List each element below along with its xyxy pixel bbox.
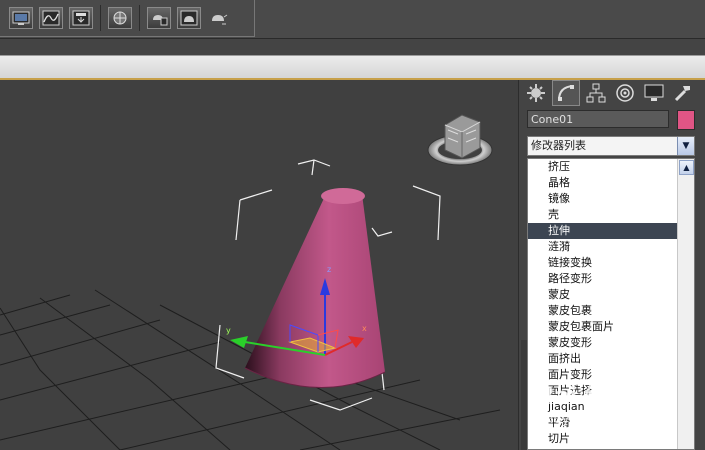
x-axis-label: x (362, 324, 367, 333)
curve-editor-icon[interactable] (39, 7, 63, 29)
modifier-list-item[interactable]: 镜像 (528, 191, 694, 207)
object-color-swatch[interactable] (677, 110, 695, 130)
scroll-up-icon[interactable]: ▲ (679, 160, 694, 175)
create-icon[interactable] (523, 81, 549, 105)
display-icon[interactable] (641, 81, 667, 105)
motion-icon[interactable] (612, 81, 638, 105)
main-toolbar (0, 0, 705, 39)
chevron-down-icon[interactable]: ▼ (677, 137, 694, 155)
cone-object[interactable] (244, 188, 386, 389)
schematic-view-icon[interactable] (69, 7, 93, 29)
modify-icon[interactable] (552, 80, 580, 106)
toolbar-separator (139, 5, 140, 31)
toolbar-group (6, 2, 234, 34)
modifier-list-item[interactable]: 蒙皮变形 (528, 335, 694, 351)
toolbar-gap (0, 39, 705, 55)
y-axis-label: y (226, 326, 231, 335)
utilities-icon[interactable] (670, 81, 696, 105)
modifier-list-label: 修改器列表 (531, 139, 586, 152)
modifier-list-dropdown[interactable]: 修改器列表 ▼ (527, 136, 695, 156)
modifier-list-item[interactable]: 晶格 (528, 175, 694, 191)
perspective-viewport[interactable]: z x y (0, 80, 518, 450)
viewport-settings-icon[interactable] (9, 7, 33, 29)
viewcube[interactable] (427, 114, 493, 166)
modifier-list-scrollbar[interactable]: ▲ (677, 159, 694, 449)
ribbon-bar (0, 55, 705, 80)
modifier-list-item[interactable]: 壳 (528, 207, 694, 223)
modifier-list-item[interactable]: 切片 (528, 431, 694, 447)
hierarchy-icon[interactable] (583, 81, 609, 105)
panel-edge (521, 340, 527, 450)
z-axis-label: z (327, 265, 331, 274)
render-icon[interactable] (207, 7, 231, 29)
baidu-watermark: Bai 经验 (538, 384, 629, 409)
baidu-watermark-url: jingyan.baidu.com (538, 412, 658, 427)
render-frame-icon[interactable] (177, 7, 201, 29)
object-name-field[interactable]: Cone01 (527, 110, 669, 128)
modifier-list-item[interactable]: 蒙皮包裹 (528, 303, 694, 319)
modifier-list-item[interactable]: 蒙皮 (528, 287, 694, 303)
viewport-scene: z x y (0, 114, 501, 450)
modifier-list-item[interactable]: 涟漪 (528, 239, 694, 255)
modifier-list-item[interactable]: 挤压 (528, 159, 694, 175)
modifier-list-item[interactable]: 拉伸 (528, 223, 694, 239)
command-panel-tabs (523, 80, 699, 106)
modifier-list-item[interactable]: 蒙皮包裹面片 (528, 319, 694, 335)
modifier-list-item[interactable]: 面挤出 (528, 351, 694, 367)
toolbar-separator (100, 5, 101, 31)
material-editor-icon[interactable] (108, 7, 132, 29)
modifier-list-item[interactable]: 路径变形 (528, 271, 694, 287)
render-setup-icon[interactable] (147, 7, 171, 29)
modifier-list-item[interactable]: 链接变换 (528, 255, 694, 271)
